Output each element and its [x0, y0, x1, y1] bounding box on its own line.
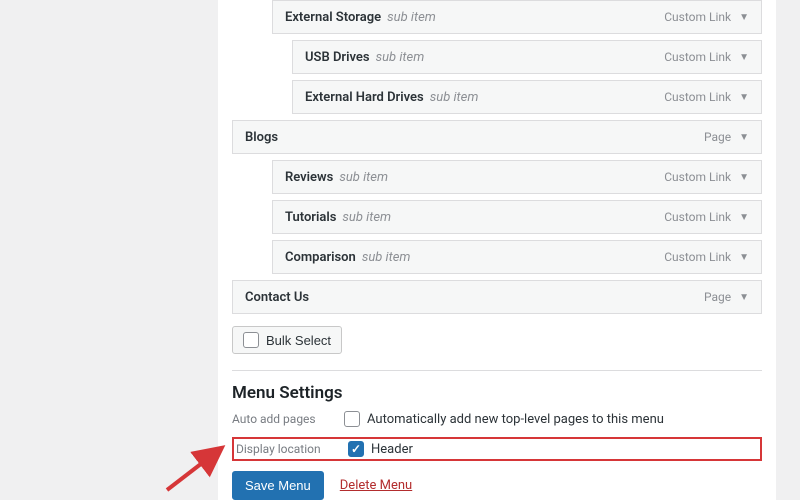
- auto-add-label: Auto add pages: [232, 412, 334, 426]
- menu-item-title: USB Drives: [305, 50, 370, 65]
- sub-item-label: sub item: [387, 10, 436, 25]
- menu-settings-heading: Menu Settings: [232, 383, 762, 403]
- auto-add-row: Auto add pages Automatically add new top…: [232, 411, 762, 427]
- chevron-down-icon[interactable]: ▼: [739, 52, 749, 63]
- menu-item[interactable]: Comparison sub item Custom Link ▼: [272, 240, 762, 274]
- menu-item-type: Custom Link: [664, 90, 731, 104]
- menu-item-type: Page: [704, 130, 731, 144]
- chevron-down-icon[interactable]: ▼: [739, 92, 749, 103]
- sub-item-label: sub item: [339, 170, 388, 185]
- bulk-select-label: Bulk Select: [266, 333, 331, 348]
- save-menu-button[interactable]: Save Menu: [232, 471, 324, 500]
- chevron-down-icon[interactable]: ▼: [739, 212, 749, 223]
- menu-item[interactable]: Reviews sub item Custom Link ▼: [272, 160, 762, 194]
- menu-item[interactable]: External Hard Drives sub item Custom Link ▼: [292, 80, 762, 114]
- chevron-down-icon[interactable]: ▼: [739, 12, 749, 23]
- menu-item-title: Comparison: [285, 250, 356, 265]
- menu-item-type: Custom Link: [664, 10, 731, 24]
- section-divider: [232, 370, 762, 371]
- menu-item[interactable]: USB Drives sub item Custom Link ▼: [292, 40, 762, 74]
- chevron-down-icon[interactable]: ▼: [739, 252, 749, 263]
- display-location-option[interactable]: Header: [348, 441, 413, 457]
- chevron-down-icon[interactable]: ▼: [739, 132, 749, 143]
- delete-menu-link[interactable]: Delete Menu: [340, 478, 412, 493]
- menu-item-title: Blogs: [245, 130, 278, 145]
- sub-item-label: sub item: [430, 90, 479, 105]
- chevron-down-icon[interactable]: ▼: [739, 172, 749, 183]
- chevron-down-icon[interactable]: ▼: [739, 292, 749, 303]
- menu-editor-panel: External Storagesub itemCustom Link▼USB …: [218, 0, 776, 500]
- right-gutter: [776, 0, 800, 500]
- admin-sidebar-space: [0, 0, 218, 500]
- menu-item[interactable]: Blogs Page ▼: [232, 120, 762, 154]
- menu-structure-list: External Storagesub itemCustom Link▼USB …: [232, 0, 762, 314]
- menu-item-title: External Hard Drives: [305, 90, 424, 105]
- menu-item-type: Custom Link: [664, 250, 731, 264]
- menu-item-title: Reviews: [285, 170, 333, 185]
- menu-item-type: Page: [704, 290, 731, 304]
- sub-item-label: sub item: [342, 210, 391, 225]
- display-location-label: Display location: [236, 442, 338, 456]
- bulk-select-button[interactable]: Bulk Select: [232, 326, 342, 354]
- menu-item[interactable]: Tutorials sub item Custom Link ▼: [272, 200, 762, 234]
- auto-add-checkbox[interactable]: [344, 411, 360, 427]
- menu-item-type: Custom Link: [664, 170, 731, 184]
- bulk-select-checkbox-icon: [243, 332, 259, 348]
- menu-item-type: Custom Link: [664, 210, 731, 224]
- menu-item-title: Contact Us: [245, 290, 309, 305]
- sub-item-label: sub item: [362, 250, 411, 265]
- menu-item[interactable]: External Storage sub item Custom Link ▼: [272, 0, 762, 34]
- auto-add-option[interactable]: Automatically add new top-level pages to…: [344, 411, 664, 427]
- display-location-row: Display location Header: [232, 437, 762, 461]
- display-location-option-text: Header: [371, 442, 413, 457]
- sub-item-label: sub item: [376, 50, 425, 65]
- menu-item-title: External Storage: [285, 10, 381, 25]
- menu-item[interactable]: Contact Us Page ▼: [232, 280, 762, 314]
- menu-item-type: Custom Link: [664, 50, 731, 64]
- menu-item-title: Tutorials: [285, 210, 336, 225]
- display-location-checkbox[interactable]: [348, 441, 364, 457]
- auto-add-option-text: Automatically add new top-level pages to…: [367, 412, 664, 427]
